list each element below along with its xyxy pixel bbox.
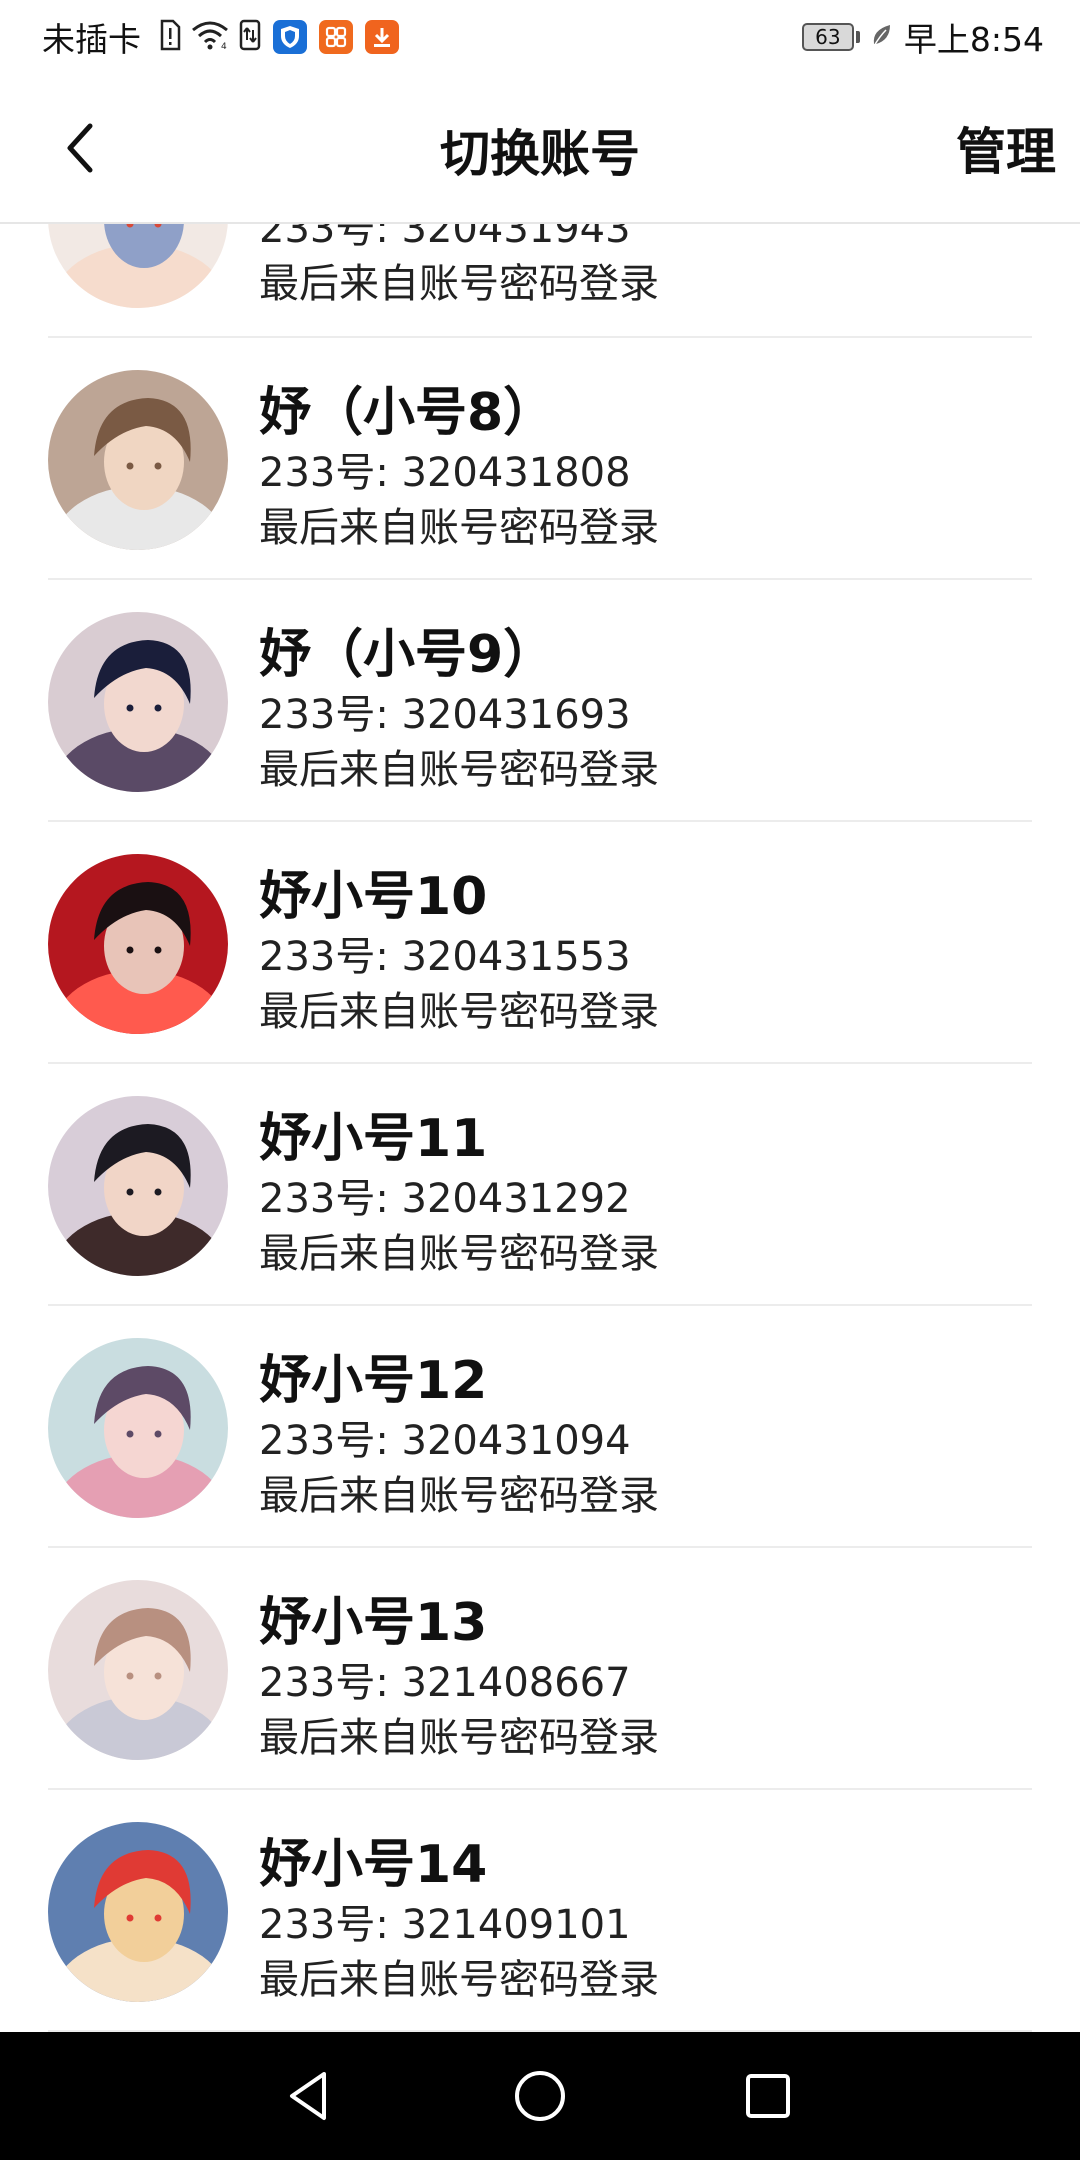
sim-status-icon [159,19,181,55]
switch-account-screen: 未插卡 4 63 早上8:54 切换账号 管理 233号: 320431943 … [0,0,1080,2160]
account-name: 妤（小号8） [259,383,556,443]
manage-button[interactable]: 管理 [956,112,1056,184]
account-row[interactable]: 妤小号13 233号: 321408667 最后来自账号密码登录 [48,1548,1032,1790]
last-login-method: 最后来自账号密码登录 [259,1473,659,1519]
download-app-icon [365,20,399,54]
wifi-icon: 4 [191,20,229,54]
last-login-method: 最后来自账号密码登录 [259,1231,659,1277]
avatar [48,1338,228,1518]
account-name: 妤小号13 [259,1593,488,1653]
account-name: 妤小号10 [259,867,488,927]
system-home-button[interactable] [502,2058,578,2134]
battery-cap [855,31,860,43]
account-name: 妤（小号9） [259,625,556,685]
account-row[interactable]: 妤（小号9） 233号: 320431693 最后来自账号密码登录 [48,580,1032,822]
status-bar: 未插卡 4 63 早上8:54 [0,0,1080,74]
last-login-method: 最后来自账号密码登录 [259,989,659,1035]
battery-icon: 63 [801,23,854,51]
avatar [48,370,228,550]
svg-text:4: 4 [221,42,227,50]
account-id: 233号: 320431292 [259,1176,631,1222]
avatar [48,854,228,1034]
leaf-icon [870,22,892,52]
system-navigation-bar [0,2032,1080,2160]
square-recents-icon [746,2074,790,2118]
status-right: 63 早上8:54 [801,14,1044,60]
title-bar: 切换账号 管理 [0,74,1080,224]
account-id: 233号: 320431553 [259,934,631,980]
account-row[interactable]: 妤（小号8） 233号: 320431808 最后来自账号密码登录 [48,338,1032,580]
account-id: 233号: 320431094 [259,1418,631,1464]
avatar [48,612,228,792]
account-list[interactable]: 233号: 320431943 最后来自账号密码登录 妤（小号8） 233号: 32… [0,200,1080,2032]
grid-app-icon [319,20,353,54]
avatar [48,1822,228,2002]
last-login-method: 最后来自账号密码登录 [259,1957,659,2003]
clock: 早上8:54 [903,20,1044,59]
avatar [48,1580,228,1760]
status-left: 未插卡 4 [42,14,399,60]
system-back-button[interactable] [270,2058,346,2134]
account-row[interactable]: 妤小号12 233号: 320431094 最后来自账号密码登录 [48,1306,1032,1548]
data-transfer-icon [239,19,261,55]
last-login-method: 最后来自账号密码登录 [259,1715,659,1761]
page-title: 切换账号 [440,125,640,183]
account-id: 233号: 321408667 [259,1660,631,1706]
carrier-label: 未插卡 [42,20,141,59]
last-login-method: 最后来自账号密码登录 [259,261,659,307]
battery-level: 63 [815,25,841,49]
triangle-back-icon [290,2072,326,2120]
account-name: 妤小号11 [259,1109,488,1169]
account-name: 妤小号14 [259,1835,488,1895]
account-id: 233号: 320431693 [259,692,631,738]
circle-home-icon [515,2071,565,2121]
account-row[interactable]: 妤小号10 233号: 320431553 最后来自账号密码登录 [48,822,1032,1064]
account-row[interactable]: 妤小号11 233号: 320431292 最后来自账号密码登录 [48,1064,1032,1306]
last-login-method: 最后来自账号密码登录 [259,747,659,793]
avatar [48,1096,228,1276]
last-login-method: 最后来自账号密码登录 [259,505,659,551]
account-id: 233号: 320431808 [259,450,631,496]
system-recents-button[interactable] [730,2058,806,2134]
account-id: 233号: 321409101 [259,1902,631,1948]
account-name: 妤小号12 [259,1351,488,1411]
account-row[interactable]: 妤小号14 233号: 321409101 最后来自账号密码登录 [48,1790,1032,2032]
shield-app-icon [273,20,307,54]
